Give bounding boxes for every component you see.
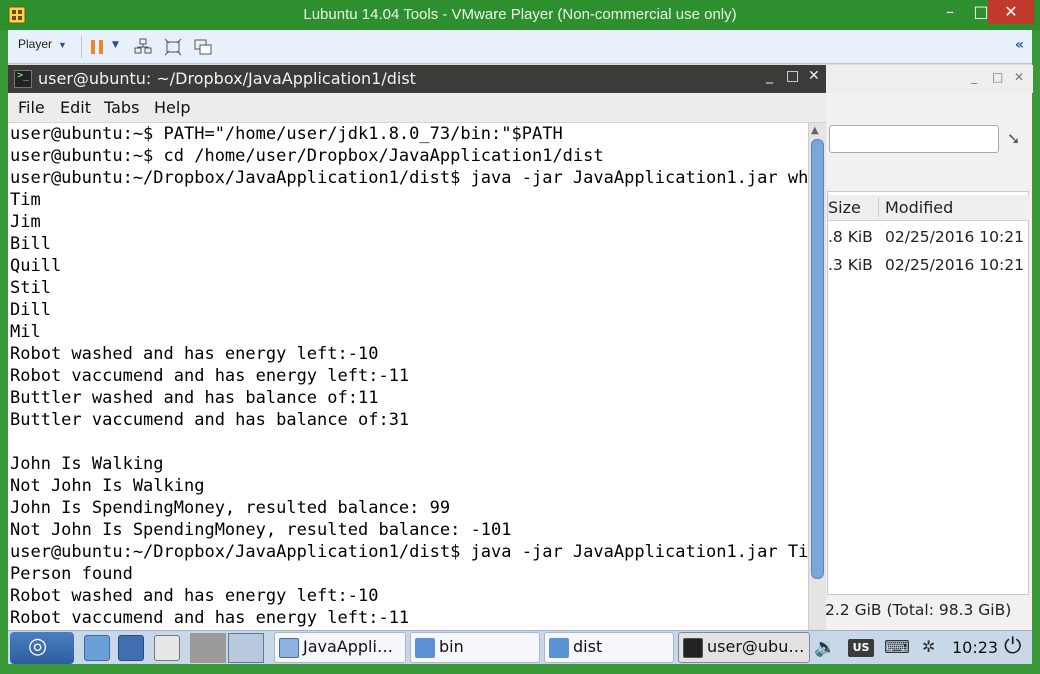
go-arrow-icon[interactable]: ➘ xyxy=(1007,129,1020,148)
terminal-line: user@ubuntu:~/Dropbox/JavaApplication1/d… xyxy=(10,168,808,188)
terminal-line: Robot vaccumend and has energy left:-11 xyxy=(10,366,410,386)
file-list: Size Modified .8 KiB 02/25/2016 10:21 .3… xyxy=(827,191,1030,595)
status-bar-text: 2.2 GiB (Total: 98.3 GiB) xyxy=(825,601,1012,619)
terminal-scrollbar[interactable]: ▲ xyxy=(808,123,826,632)
vmware-toolbar: Player ▼ ▼ « xyxy=(8,30,1032,64)
terminal-title: user@ubuntu: ~/Dropbox/JavaApplication1/… xyxy=(38,69,416,88)
file-size: .3 KiB xyxy=(828,256,873,274)
terminal-line: Quill xyxy=(10,256,62,276)
lubuntu-logo-icon: ◎ xyxy=(28,634,48,659)
task-terminal[interactable]: user@ubu… xyxy=(678,632,810,663)
terminal-line: Robot vaccumend and has energy left:-11 xyxy=(10,608,410,628)
scroll-thumb[interactable] xyxy=(811,139,824,579)
terminal-line: Dill xyxy=(10,300,51,320)
folder-icon xyxy=(549,638,569,658)
unity-mode-icon[interactable] xyxy=(194,38,212,56)
terminal-line: John Is SpendingMoney, resulted balance:… xyxy=(10,498,451,518)
terminal-launcher-icon[interactable] xyxy=(154,635,180,661)
file-row[interactable]: .3 KiB 02/25/2016 10:21 xyxy=(828,252,1030,278)
terminal-maximize-button[interactable]: □ xyxy=(786,68,799,84)
menu-tabs[interactable]: Tabs xyxy=(104,98,139,117)
terminal-line: Robot washed and has energy left:-10 xyxy=(10,586,379,606)
terminal-line: Not John Is SpendingMoney, resulted bala… xyxy=(10,520,512,540)
power-icon[interactable]: ⏻ xyxy=(1004,634,1021,659)
file-manager-window: _ □ ✕ ➘ Size Modified .8 KiB 02/25/2016 … xyxy=(818,65,1033,632)
menu-file[interactable]: File xyxy=(18,98,45,117)
fit-guest-icon[interactable] xyxy=(164,38,182,56)
column-modified[interactable]: Modified xyxy=(885,198,953,217)
pause-icon[interactable] xyxy=(88,38,106,56)
player-menu-button[interactable]: Player ▼ xyxy=(18,37,67,51)
terminal-menubar: File Edit Tabs Help xyxy=(8,93,826,123)
folder-icon xyxy=(415,638,435,658)
terminal-line: Buttler vaccumend and has balance of:31 xyxy=(10,410,410,430)
package-icon xyxy=(279,638,299,658)
player-menu-label: Player xyxy=(18,37,53,51)
task-label: user@ubu… xyxy=(707,637,805,656)
terminal-line: Mil xyxy=(10,322,41,342)
terminal-line: Jim xyxy=(10,212,41,232)
vmware-window: Lubuntu 14.04 Tools - VMware Player (Non… xyxy=(0,0,1040,674)
terminal-icon: >_ xyxy=(14,70,32,88)
terminal-line: Buttler washed and has balance of:11 xyxy=(10,388,379,408)
task-bin[interactable]: bin xyxy=(410,632,540,663)
terminal-line: Stil xyxy=(10,278,51,298)
terminal-icon xyxy=(683,638,703,658)
task-label: bin xyxy=(439,637,464,656)
vmware-titlebar: Lubuntu 14.04 Tools - VMware Player (Non… xyxy=(0,0,1040,30)
file-row[interactable]: .8 KiB 02/25/2016 10:21 xyxy=(828,224,1030,250)
terminal-line: user@ubuntu:~$ cd /home/user/Dropbox/Jav… xyxy=(10,146,604,166)
terminal-close-button[interactable]: ✕ xyxy=(808,68,820,84)
taskbar: ◎ JavaAppli… bin dist user@ubu… 🔉 US ⌨ ✲… xyxy=(8,630,1032,664)
file-size: .8 KiB xyxy=(828,228,873,246)
task-label: dist xyxy=(573,637,603,656)
terminal-minimize-button[interactable]: _ xyxy=(766,68,773,84)
network-launcher-icon[interactable] xyxy=(118,635,144,661)
chevron-down-icon: ▼ xyxy=(58,40,67,50)
clock[interactable]: 10:23 xyxy=(952,638,998,657)
keyboard-layout-indicator[interactable]: US xyxy=(848,639,874,657)
network-icon[interactable]: ✲ xyxy=(922,637,935,656)
fm-minimize-button[interactable]: _ xyxy=(971,70,977,84)
vmware-window-title: Lubuntu 14.04 Tools - VMware Player (Non… xyxy=(303,6,737,23)
pause-dropdown-icon[interactable]: ▼ xyxy=(112,40,119,50)
file-modified: 02/25/2016 10:21 xyxy=(885,256,1024,274)
terminal-line: user@ubuntu:~/Dropbox/JavaApplication1/d… xyxy=(10,542,808,562)
terminal-output[interactable]: user@ubuntu:~$ PATH="/home/user/jdk1.8.0… xyxy=(8,123,808,632)
workspace-2-icon[interactable] xyxy=(228,633,264,663)
terminal-line: Person found xyxy=(10,564,133,584)
start-menu-button[interactable]: ◎ xyxy=(10,632,74,664)
menu-help[interactable]: Help xyxy=(154,98,190,117)
keyboard-icon[interactable]: ⌨ xyxy=(884,637,910,658)
location-input[interactable] xyxy=(829,125,999,153)
volume-icon[interactable]: 🔉 xyxy=(814,637,836,658)
file-list-header: Size Modified xyxy=(828,195,1030,221)
terminal-line: John Is Walking xyxy=(10,454,164,474)
terminal-window: >_ user@ubuntu: ~/Dropbox/JavaApplicatio… xyxy=(8,65,826,632)
fm-maximize-button[interactable]: □ xyxy=(992,70,1003,84)
send-ctrl-alt-del-icon[interactable] xyxy=(134,38,152,56)
terminal-line: Bill xyxy=(10,234,51,254)
terminal-line: Robot washed and has energy left:-10 xyxy=(10,344,379,364)
task-label: JavaAppli… xyxy=(303,637,393,656)
task-dist[interactable]: dist xyxy=(544,632,674,663)
column-size[interactable]: Size xyxy=(828,198,861,217)
terminal-line: user@ubuntu:~$ PATH="/home/user/jdk1.8.0… xyxy=(10,124,563,144)
column-divider xyxy=(878,197,879,217)
file-modified: 02/25/2016 10:21 xyxy=(885,228,1024,246)
menu-edit[interactable]: Edit xyxy=(60,98,91,117)
terminal-line: Tim xyxy=(10,190,41,210)
file-manager-launcher-icon[interactable] xyxy=(84,635,110,661)
scroll-up-icon[interactable]: ▲ xyxy=(811,125,819,136)
toolbar-divider xyxy=(81,36,82,58)
fm-close-button[interactable]: ✕ xyxy=(1014,70,1024,84)
collapse-toolbar-icon[interactable]: « xyxy=(1015,37,1024,53)
file-manager-titlebar: _ □ ✕ xyxy=(819,65,1033,93)
workspace-1-icon[interactable] xyxy=(190,633,226,663)
terminal-line: Not John Is Walking xyxy=(10,476,205,496)
task-javaapplication[interactable]: JavaAppli… xyxy=(274,632,406,663)
close-button[interactable]: ✕ xyxy=(988,0,1034,24)
terminal-titlebar: >_ user@ubuntu: ~/Dropbox/JavaApplicatio… xyxy=(8,65,826,93)
